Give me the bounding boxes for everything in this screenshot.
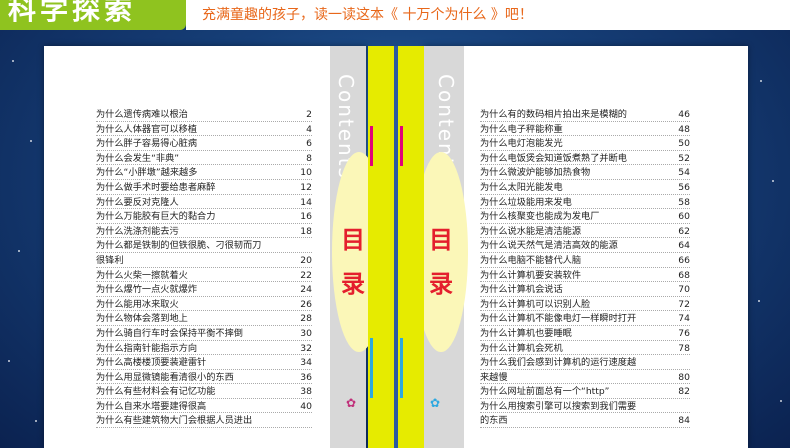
toc-item[interactable]: 为什么电子秤能称重 48 xyxy=(480,123,690,138)
accent-stripe xyxy=(400,126,403,166)
toc-item[interactable]: 为什么有些材料会有记忆功能 38 xyxy=(96,385,312,400)
toc-item[interactable]: 为什么电饭煲会知道饭煮熟了并断电 52 xyxy=(480,152,690,167)
toc-item[interactable]: 为什么我们会感到计算机的运行速度越 xyxy=(480,356,690,371)
yellow-band-left xyxy=(368,46,394,448)
mulu-title-left: 目 录 xyxy=(338,218,368,306)
toc-item[interactable]: 为什么高楼楼顶要装避雷针 34 xyxy=(96,356,312,371)
toc-item[interactable]: 为什么用显微镜能看清很小的东西 36 xyxy=(96,371,312,386)
toc-item[interactable]: 来越慢 80 xyxy=(480,371,690,386)
toc-item[interactable]: 为什么说天然气是清洁高效的能源 64 xyxy=(480,239,690,254)
toc-item[interactable]: 为什么要反对克隆人 14 xyxy=(96,196,312,211)
toc-item[interactable]: 为什么都是铁制的但铁很脆、刁很韧而刀 xyxy=(96,239,312,254)
mulu-char: 录 xyxy=(341,270,365,298)
toc-item[interactable]: 为什么计算机也要睡眠 76 xyxy=(480,327,690,342)
toc-item[interactable]: 为什么“小胖墩”越来越多 10 xyxy=(96,166,312,181)
mulu-char: 目 xyxy=(341,226,365,254)
toc-item[interactable]: 为什么火柴一擦就着火 22 xyxy=(96,269,312,284)
toc-item[interactable]: 为什么有些建筑物大门会根据人员进出 xyxy=(96,414,312,429)
toc-item[interactable]: 为什么骑自行车时会保持平衡不摔倒 30 xyxy=(96,327,312,342)
toc-item[interactable]: 为什么核聚变也能成为发电厂 60 xyxy=(480,210,690,225)
toc-item[interactable]: 为什么计算机会说话 70 xyxy=(480,283,690,298)
toc-right: 为什么有的数码相片拍出来是模糊的 46 为什么电子秤能称重 48 为什么电灯泡能发光… xyxy=(480,108,690,429)
toc-item[interactable]: 为什么指南针能指示方向 32 xyxy=(96,342,312,357)
toc-left: 为什么遗传病难以根治 2 为什么人体器官可以移植 4 为什么胖子容易得心脏病 6 为什… xyxy=(96,108,312,429)
toc-item[interactable]: 为什么爆竹一点火就爆炸 24 xyxy=(96,283,312,298)
accent-stripe xyxy=(400,338,403,398)
toc-item[interactable]: 为什么电脑不能替代人脑 66 xyxy=(480,254,690,269)
mulu-char: 录 xyxy=(429,270,453,298)
toc-item[interactable]: 的东西 84 xyxy=(480,414,690,429)
toc-item[interactable]: 为什么太阳光能发电 56 xyxy=(480,181,690,196)
toc-item[interactable]: 为什么计算机要安装软件 68 xyxy=(480,269,690,284)
yellow-band-right xyxy=(398,46,424,448)
toc-item[interactable]: 为什么人体器官可以移植 4 xyxy=(96,123,312,138)
toc-item[interactable]: 为什么垃圾能用来发电 58 xyxy=(480,196,690,211)
toc-item[interactable]: 为什么自来水塔要建得很高 40 xyxy=(96,400,312,415)
toc-item[interactable]: 为什么网址前面总有一个“http” 82 xyxy=(480,385,690,400)
toc-item[interactable]: 为什么计算机可以识别人脸 72 xyxy=(480,298,690,313)
toc-item[interactable]: 为什么会发生“非典” 8 xyxy=(96,152,312,167)
decorative-swirl-icon: ✿ xyxy=(346,396,357,410)
toc-item[interactable]: 很锋利 20 xyxy=(96,254,312,269)
toc-item[interactable]: 为什么计算机不能像电灯一样瞬时打开 74 xyxy=(480,312,690,327)
toc-item[interactable]: 为什么物体会落到地上 28 xyxy=(96,312,312,327)
header: 科学探索 充满童趣的孩子，读一读这本《 十万个为什么 》吧！ xyxy=(0,0,790,32)
mulu-char: 目 xyxy=(429,226,453,254)
mulu-title-right: 目 录 xyxy=(426,218,456,306)
toc-item[interactable]: 为什么电灯泡能发光 50 xyxy=(480,137,690,152)
toc-item[interactable]: 为什么万能胶有巨大的黏合力 16 xyxy=(96,210,312,225)
toc-item[interactable]: 为什么胖子容易得心脏病 6 xyxy=(96,137,312,152)
toc-item[interactable]: 为什么能用冰来取火 26 xyxy=(96,298,312,313)
accent-stripe xyxy=(370,126,373,166)
toc-item[interactable]: 为什么有的数码相片拍出来是模糊的 46 xyxy=(480,108,690,123)
toc-item[interactable]: 为什么计算机会死机 78 xyxy=(480,342,690,357)
toc-item[interactable]: 为什么遗传病难以根治 2 xyxy=(96,108,312,123)
header-subtitle: 充满童趣的孩子，读一读这本《 十万个为什么 》吧！ xyxy=(202,7,533,23)
decorative-swirl-icon: ✿ xyxy=(430,396,441,410)
header-badge: 科学探索 xyxy=(0,0,186,30)
toc-item[interactable]: 为什么做手术时要给患者麻醉 12 xyxy=(96,181,312,196)
toc-item[interactable]: 为什么说水能是清洁能源 62 xyxy=(480,225,690,240)
toc-item[interactable]: 为什么洗涤剂能去污 18 xyxy=(96,225,312,240)
toc-item[interactable]: 为什么用搜索引擎可以搜索到我们需要 xyxy=(480,400,690,415)
accent-stripe xyxy=(370,338,373,398)
toc-item[interactable]: 为什么微波炉能够加热食物 54 xyxy=(480,166,690,181)
